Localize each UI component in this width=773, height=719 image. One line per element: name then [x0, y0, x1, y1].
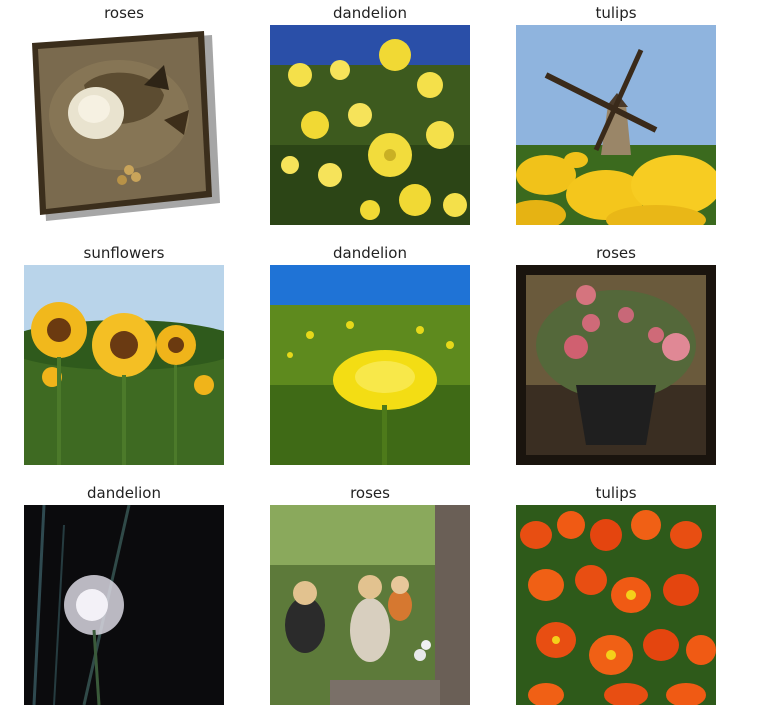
image-label: tulips [595, 4, 637, 22]
photo-roses-fountain [270, 505, 470, 705]
photo-roses-framed [24, 25, 224, 225]
image-label: dandelion [333, 244, 407, 262]
image-label: sunflowers [83, 244, 165, 262]
image-label: roses [104, 4, 144, 22]
image-label: dandelion [333, 4, 407, 22]
image-label: roses [596, 244, 636, 262]
image-label: tulips [595, 484, 637, 502]
photo-sunflowers [24, 265, 224, 465]
photo-tulips-orange [516, 505, 716, 705]
image-label: roses [350, 484, 390, 502]
photo-dandelion-closeup [270, 265, 470, 465]
photo-roses-vase [516, 265, 716, 465]
photo-tulips-windmill [516, 25, 716, 225]
image-label: dandelion [87, 484, 161, 502]
photo-dandelion-field [270, 25, 470, 225]
photo-dandelion-seedhead [24, 505, 224, 705]
